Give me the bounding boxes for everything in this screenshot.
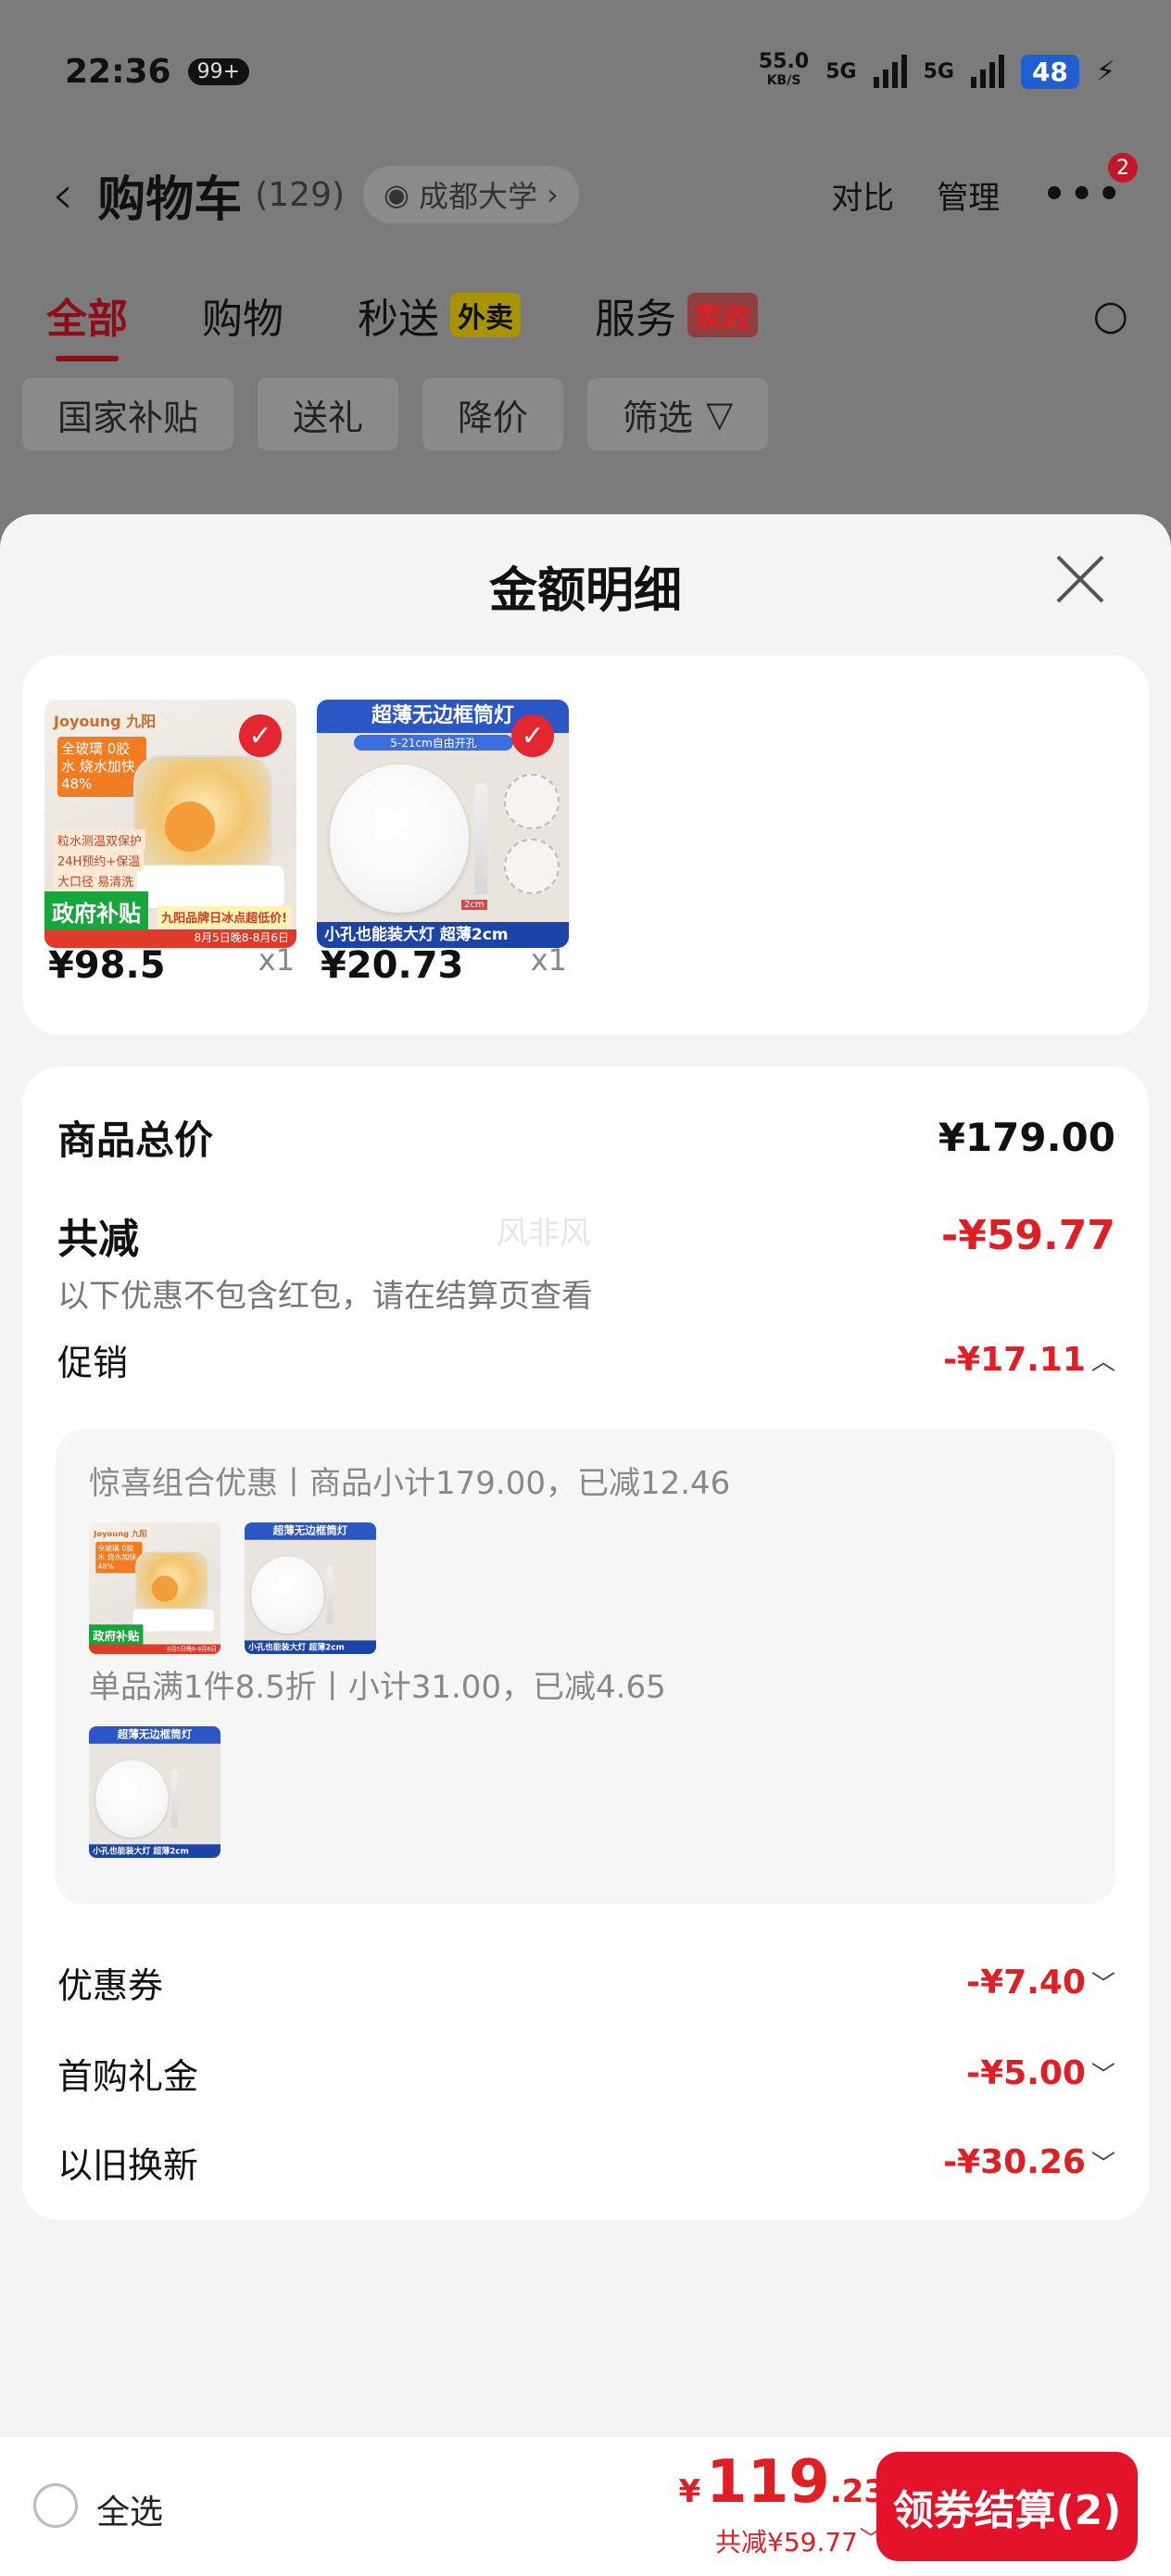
promo-thumb-kettle: Joyoung 九阳 全玻璃 0胶水 烧水加快48% 政府补贴 8月5日晚8-8… <box>89 1522 220 1654</box>
promotion-value: -¥17.11 <box>943 1340 1086 1379</box>
promotion-row[interactable]: 促销 -¥17.11 ︿ <box>57 1332 1115 1387</box>
savings-note: 以下优惠不包含红包，请在结算页查看 <box>57 1278 593 1315</box>
battery-indicator: 48 <box>1020 54 1079 89</box>
chip-national-subsidy[interactable]: 国家补贴 <box>22 378 234 450</box>
manage-button[interactable]: 管理 <box>937 172 1000 218</box>
products-card: Joyoung 九阳 全玻璃 0胶水 烧水加快48% 粒水测温双保护 24H预约… <box>22 655 1149 1035</box>
chevron-down-icon: ﹀ <box>1090 2150 1115 2178</box>
product-qty: x1 <box>258 942 295 978</box>
chevron-down-icon: ﹀ <box>1090 2061 1115 2090</box>
total-savings-row: 共减 -¥59.77 <box>57 1207 1115 1264</box>
sheet-title: 金额明细 <box>488 563 682 619</box>
signal-bars-icon <box>873 55 907 88</box>
amount-detail-sheet: 金额明细 Joyoung 九阳 全玻璃 0胶水 烧水加快48% 粒水测温双保护 … <box>0 514 1171 2576</box>
charging-icon: ⚡ <box>1095 55 1115 88</box>
back-icon[interactable]: ‹ <box>52 163 73 226</box>
chevron-right-icon: › <box>546 177 559 212</box>
chip-gift[interactable]: 送礼 <box>258 378 399 450</box>
product-image-kettle: Joyoung 九阳 全玻璃 0胶水 烧水加快48% 粒水测温双保护 24H预约… <box>44 700 296 948</box>
compare-button[interactable]: 对比 <box>831 172 894 218</box>
promo-thumb-lamp-2: 超薄无边框筒灯 小孔也能装大灯 超薄2cm <box>89 1726 220 1858</box>
eye-icon: ◉ <box>384 177 409 212</box>
total-savings-label: 共减 <box>57 1216 139 1263</box>
product-image-lamp: 超薄无边框筒灯 5-21cm自由开孔 2cm 小孔也能装大灯 超薄2cm ✓ <box>317 700 569 948</box>
cart-count: (129) <box>255 175 346 214</box>
more-icon[interactable]: ••• 2 <box>1042 153 1138 216</box>
chip-price-drop[interactable]: 降价 <box>422 378 564 450</box>
close-icon[interactable] <box>1054 553 1106 605</box>
promotion-label: 促销 <box>57 1342 129 1383</box>
total-price-row: 商品总价 ¥179.00 <box>57 1109 1115 1165</box>
tab-shopping[interactable]: 购物 <box>202 285 283 345</box>
promotion-details: 惊喜组合优惠丨商品小计179.00，已减12.46 Joyoung 九阳 全玻璃… <box>56 1430 1115 1904</box>
check-icon[interactable]: ✓ <box>511 714 554 757</box>
price-detail-card: 商品总价 ¥179.00 风非风 共减 -¥59.77 以下优惠不包含红包，请在… <box>22 1067 1149 2220</box>
select-all-label[interactable]: 全选 <box>96 2485 163 2533</box>
chip-filter[interactable]: 筛选 ▽ <box>587 378 769 450</box>
more-badge: 2 <box>1108 153 1138 183</box>
navbar-actions: 对比 管理 ••• 2 <box>831 153 1138 218</box>
housekeeping-tag: 家政 <box>687 293 758 337</box>
total-savings-value: -¥59.77 <box>940 1211 1115 1259</box>
product-item-kettle[interactable]: Joyoung 九阳 全玻璃 0胶水 烧水加快48% 粒水测温双保护 24H预约… <box>44 700 296 987</box>
product-qty: x1 <box>530 942 567 978</box>
radio-icon[interactable] <box>33 2483 78 2528</box>
status-bar: 22:36 99+ 55.0 KB/S 5G 5G 48 ⚡ <box>65 48 1115 95</box>
tab-service[interactable]: 服务 家政 <box>595 285 758 345</box>
cart-navbar: ‹ 购物车 (129) ◉ 成都大学 › 对比 管理 ••• 2 <box>52 153 1138 232</box>
chevron-down-icon: ﹀ <box>1090 1970 1115 1999</box>
check-icon[interactable]: ✓ <box>239 714 282 757</box>
total-price-label: 商品总价 <box>57 1117 214 1163</box>
payable-amount: ¥ 119 .23 <box>678 2448 887 2517</box>
trade-in-label: 以旧换新 <box>57 2144 199 2186</box>
signal-5g-label: 5G <box>825 59 857 83</box>
product-price: ¥98.5 <box>48 944 166 987</box>
promo-thumb-lamp: 超薄无边框筒灯 小孔也能装大灯 超薄2cm <box>245 1522 376 1654</box>
page-title: 购物车 <box>97 171 243 228</box>
first-purchase-label: 首购礼金 <box>57 2055 199 2097</box>
tab-express[interactable]: 秒送 外卖 <box>358 285 521 345</box>
savings-summary[interactable]: 共减¥59.77 <box>715 2522 858 2559</box>
coupon-row[interactable]: 优惠券 -¥7.40 ﹀ <box>57 1954 1115 2010</box>
product-item-lamp[interactable]: 超薄无边框筒灯 5-21cm自由开孔 2cm 小孔也能装大灯 超薄2cm ✓ ¥… <box>317 700 569 987</box>
coupon-label: 优惠券 <box>57 1964 164 2006</box>
location-selector[interactable]: ◉ 成都大学 › <box>363 166 579 223</box>
promo-line: 惊喜组合优惠丨商品小计179.00，已减12.46 <box>89 1465 731 1502</box>
promo-line: 单品满1件8.5折丨小计31.00，已减4.65 <box>89 1669 666 1706</box>
trade-in-value: -¥30.26 <box>943 2142 1086 2181</box>
checkout-button[interactable]: 领券结算(2) <box>876 2452 1138 2561</box>
total-price-value: ¥179.00 <box>938 1114 1115 1160</box>
checkout-bar: 全选 ¥ 119 .23 共减¥59.77 ﹀ 领券结算(2) <box>0 2437 1171 2576</box>
first-purchase-row[interactable]: 首购礼金 -¥5.00 ﹀ <box>57 2045 1115 2101</box>
status-time: 22:36 <box>65 52 171 91</box>
notification-badge: 99+ <box>187 57 250 85</box>
search-icon[interactable]: ○ <box>1093 292 1128 339</box>
product-price: ¥20.73 <box>321 944 464 987</box>
coupon-value: -¥7.40 <box>966 1963 1086 2001</box>
filter-icon: ▽ <box>706 394 734 435</box>
trade-in-row[interactable]: 以旧换新 -¥30.26 ﹀ <box>57 2134 1115 2190</box>
signal-bars-icon-2 <box>970 55 1004 88</box>
signal-5g-label-2: 5G <box>923 59 954 83</box>
status-right: 55.0 KB/S 5G 5G 48 ⚡ <box>758 50 1115 90</box>
cart-page-background: 22:36 99+ 55.0 KB/S 5G 5G 48 ⚡ ‹ 购物车 (129… <box>0 0 1171 519</box>
tab-all[interactable]: 全部 <box>46 285 128 361</box>
cart-tabs: 全部 购物 秒送 外卖 服务 家政 ○ <box>46 283 1128 361</box>
first-purchase-value: -¥5.00 <box>966 2053 1086 2092</box>
filter-chips: 国家补贴 送礼 降价 筛选 ▽ <box>22 378 769 450</box>
takeout-tag: 外卖 <box>450 293 521 337</box>
network-speed: 55.0 KB/S <box>758 50 810 89</box>
location-label: 成都大学 <box>418 179 537 214</box>
chevron-up-icon: ︿ <box>1090 1347 1115 1376</box>
